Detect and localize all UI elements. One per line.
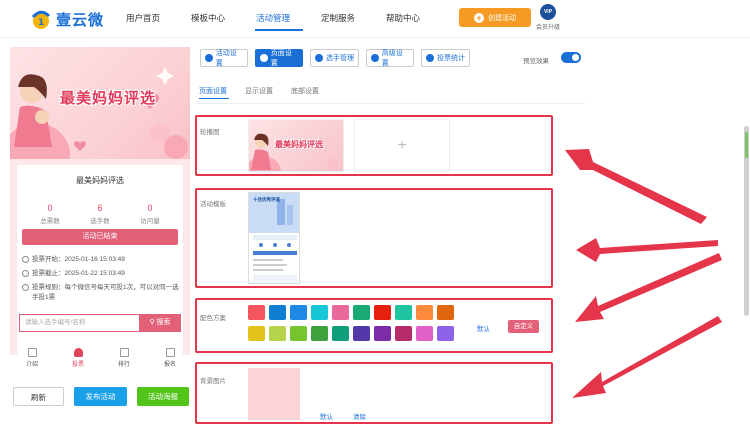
document-icon bbox=[27, 348, 37, 357]
scheme-label: 配色方案 bbox=[200, 315, 226, 322]
nav-templates[interactable]: 模板中心 bbox=[191, 12, 225, 24]
clock-icon bbox=[22, 256, 29, 263]
sliders-icon bbox=[371, 54, 379, 62]
signup-icon bbox=[165, 348, 175, 357]
carousel-thumbnail-title: 最美妈妈评选 bbox=[275, 140, 323, 149]
color-swatch[interactable] bbox=[416, 326, 433, 341]
color-swatch[interactable] bbox=[290, 305, 307, 320]
mobile-preview: 最美妈妈评选 最美妈妈评选 0 总票数 6 选手数 0 访问量 活动已结束 投票… bbox=[10, 47, 190, 355]
color-swatch[interactable] bbox=[374, 326, 391, 341]
background-label: 背景图片 bbox=[200, 378, 226, 385]
scheme-default-link[interactable]: 默认 bbox=[477, 323, 490, 333]
subtab-display-settings[interactable]: 显示设置 bbox=[245, 86, 273, 96]
color-swatch[interactable] bbox=[332, 305, 349, 320]
scheme-custom-button[interactable]: 自定义 bbox=[508, 320, 539, 333]
color-swatch[interactable] bbox=[332, 326, 349, 341]
subtab-active-underline bbox=[199, 98, 229, 99]
refresh-button[interactable]: 刷新 bbox=[13, 387, 64, 406]
template-label: 活动模板 bbox=[200, 201, 226, 208]
stat-contestants: 6 选手数 bbox=[90, 203, 110, 225]
activity-ended-button[interactable]: 活动已结束 bbox=[22, 229, 178, 245]
color-swatch[interactable] bbox=[290, 326, 307, 341]
search-button[interactable]: ⚲ 搜索 bbox=[139, 314, 181, 332]
color-swatch[interactable] bbox=[374, 305, 391, 320]
template-thumbnail-title: 十佳优秀评选 bbox=[253, 197, 280, 202]
chart-icon bbox=[426, 54, 434, 62]
add-carousel-image-button[interactable]: + bbox=[354, 119, 450, 172]
color-swatch[interactable] bbox=[248, 305, 265, 320]
logo-mark-icon: 1 bbox=[30, 8, 52, 30]
scrollbar-indicator bbox=[745, 132, 748, 158]
vote-rule-line: 投票规则：每个微信号每天可投1次，可以对同一选手投1票 bbox=[22, 283, 182, 303]
logo[interactable]: 1 壹云微 bbox=[30, 8, 104, 30]
tab-page-settings[interactable]: 页面设置 bbox=[255, 49, 303, 67]
user-icon bbox=[73, 348, 83, 357]
users-icon bbox=[315, 54, 323, 62]
vip-label: 会员升级 bbox=[535, 25, 560, 31]
nav-help-center[interactable]: 帮助中心 bbox=[386, 12, 420, 24]
contestant-search-input[interactable]: 请输入选手编号/名称 bbox=[19, 314, 139, 332]
color-swatch[interactable] bbox=[437, 305, 454, 320]
tab-contestant-management[interactable]: 选手管理 bbox=[310, 49, 359, 67]
tab-vote-statistics[interactable]: 投票统计 bbox=[421, 49, 470, 67]
create-activity-button[interactable]: + 创建活动 bbox=[459, 8, 531, 27]
top-header: 1 壹云微 用户首页 模板中心 活动管理 定制服务 帮助中心 + 创建活动 VI… bbox=[0, 0, 750, 38]
color-swatch[interactable] bbox=[416, 305, 433, 320]
search-icon: ⚲ bbox=[149, 319, 157, 326]
nav-home[interactable]: 用户首页 bbox=[126, 12, 160, 24]
color-swatch[interactable] bbox=[269, 305, 286, 320]
logo-text: 壹云微 bbox=[56, 11, 105, 29]
background-default-link[interactable]: 默认 bbox=[320, 411, 333, 421]
clock-icon bbox=[22, 284, 29, 291]
color-swatch[interactable] bbox=[311, 326, 328, 341]
tab-activity-settings[interactable]: 活动设置 bbox=[200, 49, 248, 67]
template-thumbnail[interactable]: 十佳优秀评选 bbox=[248, 192, 300, 284]
preview-effect-label: 预览效果 bbox=[523, 58, 549, 65]
color-swatch[interactable] bbox=[269, 326, 286, 341]
vote-start-line: 投票开始：2025-01-16 15:03:49 bbox=[22, 255, 182, 265]
preview-banner: 最美妈妈评选 bbox=[10, 47, 190, 159]
publish-activity-button[interactable]: 发布活动 bbox=[74, 387, 127, 406]
color-swatch[interactable] bbox=[353, 305, 370, 320]
color-swatch[interactable] bbox=[395, 305, 412, 320]
color-swatch[interactable] bbox=[311, 305, 328, 320]
color-swatch[interactable] bbox=[437, 326, 454, 341]
gear-icon bbox=[260, 54, 268, 62]
clock-icon bbox=[22, 270, 29, 277]
preview-nav-intro[interactable]: 介绍 bbox=[12, 348, 52, 368]
preview-nav-ranking[interactable]: 排行 bbox=[104, 348, 144, 368]
gear-icon bbox=[205, 54, 213, 62]
ranking-icon bbox=[119, 348, 129, 357]
tab-advanced-settings[interactable]: 高级设置 bbox=[366, 49, 414, 67]
nav-custom-service[interactable]: 定制服务 bbox=[321, 12, 355, 24]
vip-badge-icon: VIP bbox=[540, 4, 556, 20]
background-clear-link[interactable]: 清除 bbox=[353, 411, 366, 421]
template-preview-icon bbox=[249, 193, 299, 281]
color-swatch[interactable] bbox=[395, 326, 412, 341]
carousel-label: 轮播图 bbox=[200, 129, 220, 136]
preview-effect-toggle[interactable] bbox=[561, 52, 581, 63]
stat-total-votes: 0 总票数 bbox=[40, 203, 60, 225]
background-image-thumbnail[interactable] bbox=[248, 368, 300, 420]
svg-text:1: 1 bbox=[38, 18, 44, 28]
subtab-page-settings[interactable]: 页面设置 bbox=[199, 86, 227, 96]
subtab-footer-settings[interactable]: 底部设置 bbox=[291, 86, 319, 96]
preview-nav-vote[interactable]: 投票 bbox=[58, 348, 98, 368]
vote-end-line: 投票截止：2025-01-22 15:03:49 bbox=[22, 269, 182, 279]
vip-upgrade[interactable]: VIP 会员升级 bbox=[534, 4, 562, 31]
carousel-thumbnail[interactable]: 最美妈妈评选 bbox=[248, 119, 344, 172]
preview-nav-signup[interactable]: 报名 bbox=[150, 348, 190, 368]
nav-activity-management[interactable]: 活动管理 bbox=[256, 12, 290, 24]
banner-title: 最美妈妈评选 bbox=[60, 90, 157, 107]
nav-active-underline bbox=[255, 29, 303, 31]
subtab-divider bbox=[197, 103, 585, 104]
color-swatch[interactable] bbox=[248, 326, 265, 341]
activity-title: 最美妈妈评选 bbox=[76, 176, 124, 185]
plus-icon: + bbox=[474, 12, 484, 23]
color-swatch[interactable] bbox=[353, 326, 370, 341]
activity-poster-button[interactable]: 活动海报 bbox=[137, 387, 189, 406]
stat-visits: 0 访问量 bbox=[140, 203, 160, 225]
